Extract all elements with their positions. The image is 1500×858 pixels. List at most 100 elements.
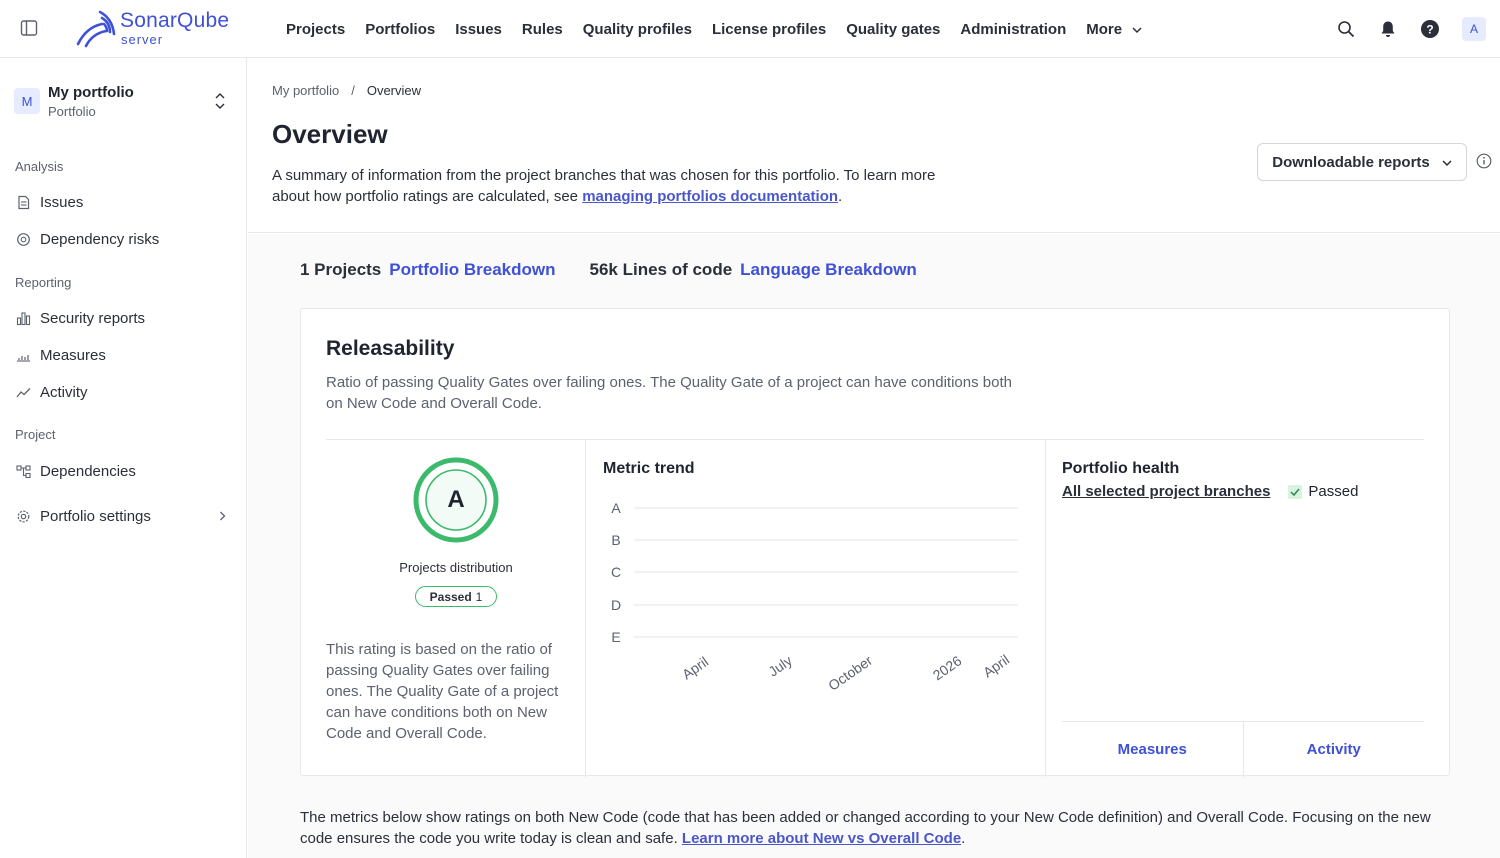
portfolio-avatar: M [14,88,40,114]
bell-icon[interactable] [1378,19,1398,39]
trend-gridlines [634,507,1018,638]
sidebar-item-label: Activity [40,383,88,401]
trend-x-labels: April July October 2026 April [679,651,1012,693]
main-content: My portfolio / Overview Overview A summa… [248,58,1500,858]
new-vs-overall-note: The metrics below show ratings on both N… [300,807,1450,849]
nav-portfolios[interactable]: Portfolios [365,21,435,38]
nav-projects[interactable]: Projects [286,21,345,38]
portfolio-summary: 1 Projects Portfolio Breakdown 56k Lines… [300,260,951,280]
passed-count-chip[interactable]: Passed 1 [415,586,497,607]
chevron-down-icon [1442,154,1452,171]
sidebar-item-issues[interactable]: Issues [15,190,230,214]
passed-label: Passed [429,589,472,604]
trend-x-label-july: July [765,652,795,679]
page-description: A summary of information from the projec… [272,165,942,207]
rating-note: This rating is based on the ratio of pas… [326,641,559,742]
section-project: Project [15,427,56,442]
trend-x-label-april-2: April [980,651,1012,680]
nav-quality-profiles[interactable]: Quality profiles [583,21,692,38]
breadcrumb-current: Overview [366,83,422,98]
language-breakdown-link[interactable]: Language Breakdown [740,260,917,280]
nav-more-label: More [1086,20,1123,38]
nav-more-menu[interactable]: More [1086,21,1142,38]
trend-y-labels: A B C D E [611,500,621,645]
chevron-right-icon [219,508,226,525]
portfolio-breakdown-link[interactable]: Portfolio Breakdown [389,260,555,280]
managing-portfolios-docs-link[interactable]: managing portfolios documentation [582,188,838,205]
nav-quality-gates[interactable]: Quality gates [846,21,940,38]
sidebar: M My portfolio Portfolio Analysis Issues… [0,58,247,858]
lines-of-code: 56k Lines of code [589,260,733,279]
chevron-up-down-icon [214,92,226,110]
breadcrumb: My portfolio / Overview [272,83,421,98]
sidebar-item-label: Dependency risks [40,230,160,248]
new-vs-overall-link[interactable]: Learn more about New vs Overall Code [682,830,961,847]
nav-administration[interactable]: Administration [960,21,1066,38]
nav-issues[interactable]: Issues [455,21,502,38]
sonarqube-logo-icon [76,8,118,48]
sonarqube-logo[interactable]: SonarQube server [76,8,246,48]
rating-letter: A [447,486,465,513]
sidebar-item-dependencies[interactable]: Dependencies [15,459,230,483]
sidebar-item-label: Portfolio settings [40,507,151,525]
trend-x-label-october: October [825,652,875,694]
metric-trend-panel: Metric trend A B C D E April July Octobe… [586,440,1046,777]
trend-x-label-2026: 2026 [930,652,965,683]
sidebar-toggle-icon[interactable] [20,19,38,37]
new-vs-overall-end: . [961,830,966,847]
trend-y-label-d: D [611,597,621,613]
nav-license-profiles[interactable]: License profiles [712,21,826,38]
section-reporting: Reporting [15,275,72,290]
breadcrumb-portfolio-link[interactable]: My portfolio [272,83,339,98]
section-analysis: Analysis [15,159,64,174]
logo-name: SonarQube [120,9,230,32]
measures-link[interactable]: Measures [1062,722,1243,777]
measures-icon [15,347,31,363]
search-icon[interactable] [1336,19,1356,39]
health-status-row: All selected project branches Passed [1062,483,1358,500]
downloadable-reports-label: Downloadable reports [1272,153,1430,171]
releasability-panels: A Projects distribution Passed 1 This ra… [326,439,1424,777]
sidebar-item-security-reports[interactable]: Security reports [15,306,230,330]
bar-chart-icon [15,310,31,326]
nav-rules[interactable]: Rules [522,21,563,38]
health-footer: Measures Activity [1062,721,1424,777]
projects-count: 1 Projects [300,260,382,279]
trend-y-label-b: B [611,532,620,548]
activity-link[interactable]: Activity [1242,722,1425,777]
help-icon[interactable]: ? [1420,19,1440,39]
sidebar-item-label: Dependencies [40,462,136,480]
gear-icon [15,508,31,524]
metric-trend-chart: A B C D E April July October 2026 April [611,500,1018,694]
sidebar-item-dependency-risks[interactable]: Dependency risks [15,227,230,251]
activity-trend-icon [15,384,31,400]
shield-icon [15,231,31,247]
user-avatar[interactable]: A [1462,17,1486,41]
sidebar-item-measures[interactable]: Measures [15,343,230,367]
health-status: Passed [1308,483,1359,500]
top-navigation-bar: SonarQube server Projects Portfolios Iss… [0,0,1500,58]
top-actions: ? A [1314,0,1500,58]
portfolio-switcher[interactable]: M My portfolio Portfolio [14,84,232,124]
trend-x-label-april: April [679,653,711,682]
all-selected-branches-link[interactable]: All selected project branches [1062,483,1270,500]
logo-sub: server [121,32,164,47]
portfolio-type: Portfolio [48,104,96,119]
sidebar-item-activity[interactable]: Activity [15,380,230,404]
portfolio-name: My portfolio [48,84,134,101]
chevron-down-icon [1132,21,1142,38]
trend-y-label-e: E [611,629,620,645]
info-icon[interactable] [1476,153,1492,169]
releasability-card: Releasability Ratio of passing Quality G… [300,308,1450,777]
passed-count: 1 [475,589,483,604]
page-header: My portfolio / Overview Overview A summa… [248,58,1500,233]
main-nav: Projects Portfolios Issues Rules Quality… [276,0,1152,58]
svg-text:?: ? [1426,23,1433,37]
sidebar-item-portfolio-settings[interactable]: Portfolio settings [15,504,230,528]
page-title: Overview [272,119,388,149]
metric-trend-title: Metric trend [603,460,695,477]
downloadable-reports-button[interactable]: Downloadable reports [1257,143,1467,181]
page-description-end: . [838,188,843,205]
sidebar-item-label: Measures [40,346,106,364]
check-icon [1288,484,1303,499]
